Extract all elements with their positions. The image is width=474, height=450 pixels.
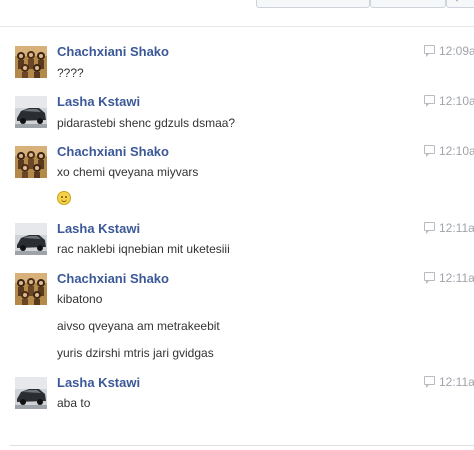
- timestamp: 12:11a: [424, 375, 474, 389]
- message-text: aivso qveyana am metrakeebit: [57, 319, 220, 333]
- timestamp: 12:11a: [424, 271, 474, 285]
- chat-bubble-icon: [424, 376, 435, 388]
- sender-name[interactable]: Chachxiani Shako: [57, 144, 169, 159]
- avatar[interactable]: [15, 223, 47, 255]
- message-text: yuris dzirshi mtris jari gvidgas: [57, 346, 214, 360]
- message-text: aba to: [57, 396, 91, 410]
- timestamp: 12:09a: [424, 44, 474, 58]
- timestamp-text: 12:10a: [439, 94, 474, 108]
- message-text: kibatono: [57, 292, 103, 306]
- avatar[interactable]: [15, 377, 47, 409]
- avatar[interactable]: [15, 46, 47, 78]
- sender-name[interactable]: Lasha Kstawi: [57, 375, 140, 390]
- car-photo-avatar: [15, 223, 47, 255]
- divider: [10, 445, 474, 446]
- timestamp-text: 12:10a: [439, 144, 474, 158]
- chat-bubble-icon: [424, 95, 435, 107]
- divider: [0, 26, 474, 27]
- message-text: ????: [57, 66, 84, 80]
- chat-bubble-icon: [424, 222, 435, 234]
- group-photo-avatar: [15, 46, 47, 78]
- toolbar: ▾: [0, 0, 474, 26]
- timestamp-text: 12:09a: [439, 44, 474, 58]
- sender-name[interactable]: Chachxiani Shako: [57, 44, 169, 59]
- sender-name[interactable]: Lasha Kstawi: [57, 94, 140, 109]
- sender-name[interactable]: Lasha Kstawi: [57, 221, 140, 236]
- avatar[interactable]: [15, 96, 47, 128]
- smiley-icon: [57, 191, 71, 205]
- timestamp: 12:11a: [424, 221, 474, 235]
- group-photo-avatar: [15, 146, 47, 178]
- toolbar-dropdown-button[interactable]: ▾: [446, 0, 474, 8]
- message-text: rac naklebi iqnebian mit uketesiii: [57, 242, 230, 256]
- timestamp-text: 12:11a: [439, 221, 474, 235]
- car-photo-avatar: [15, 377, 47, 409]
- chevron-down-icon: ▾: [455, 0, 459, 4]
- car-photo-avatar: [15, 96, 47, 128]
- group-photo-avatar: [15, 273, 47, 305]
- message-text: pidarastebi shenc gdzuls dsmaa?: [57, 116, 236, 130]
- timestamp-text: 12:11a: [439, 271, 474, 285]
- chat-bubble-icon: [424, 272, 435, 284]
- avatar[interactable]: [15, 146, 47, 178]
- sender-name[interactable]: Chachxiani Shako: [57, 271, 169, 286]
- chat-bubble-icon: [424, 45, 435, 57]
- toolbar-button[interactable]: [370, 0, 446, 8]
- toolbar-button[interactable]: [256, 0, 370, 8]
- chat-bubble-icon: [424, 145, 435, 157]
- timestamp: 12:10a: [424, 144, 474, 158]
- timestamp-text: 12:11a: [439, 375, 474, 389]
- avatar[interactable]: [15, 273, 47, 305]
- message-text: xo chemi qveyana miyvars: [57, 165, 199, 179]
- timestamp: 12:10a: [424, 94, 474, 108]
